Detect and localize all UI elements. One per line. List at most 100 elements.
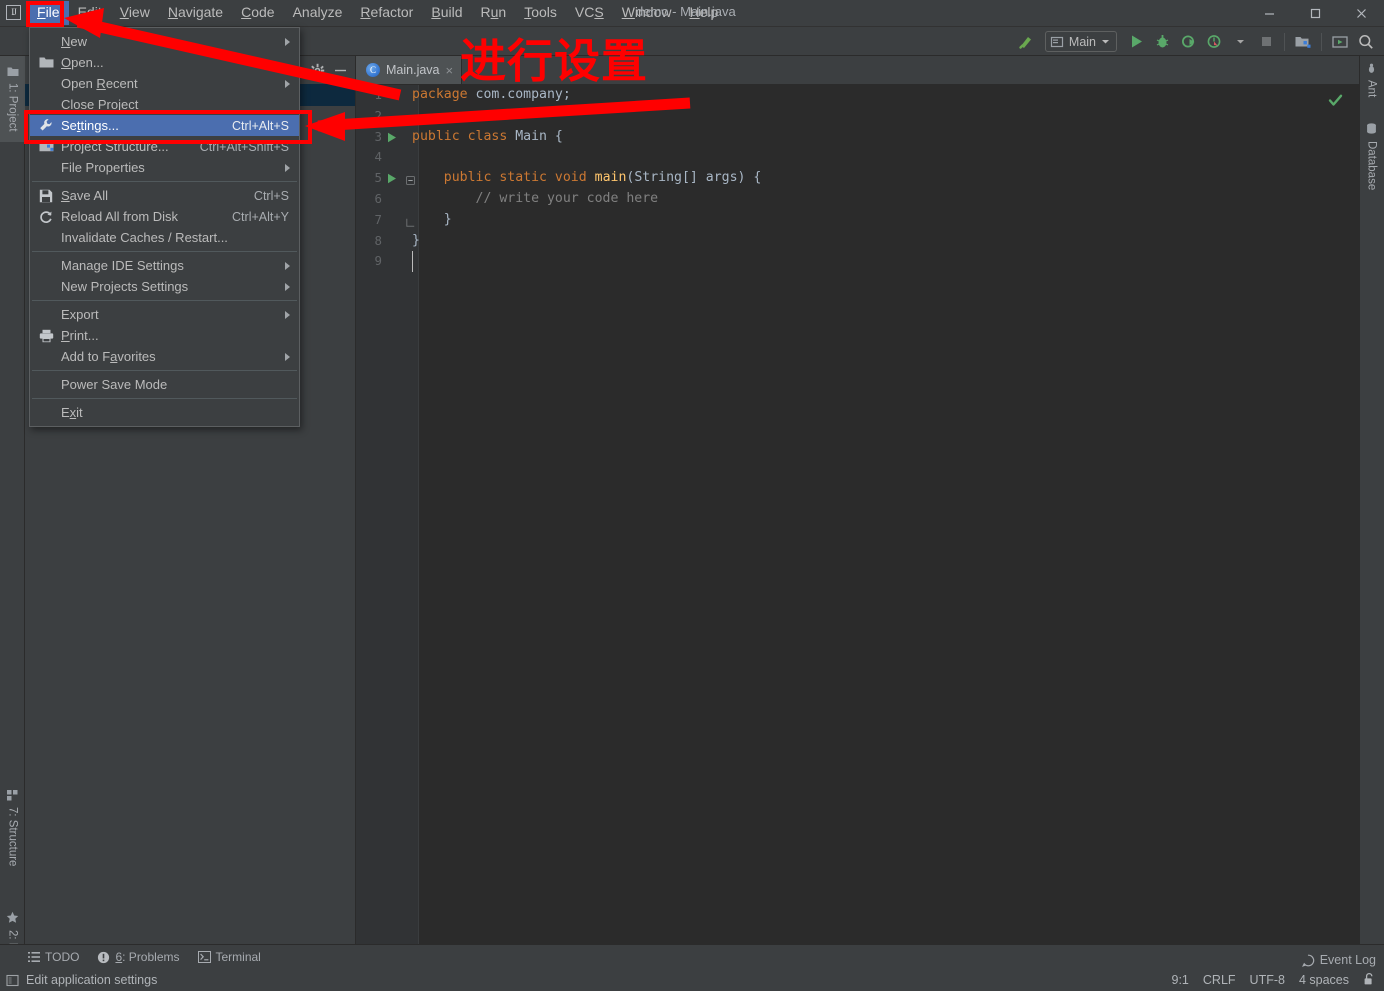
close-icon[interactable]: ×: [446, 64, 454, 77]
menu-separator: [32, 300, 297, 301]
sidebar-item-ant[interactable]: Ant: [1359, 56, 1384, 104]
event-log-button[interactable]: Event Log: [1301, 953, 1376, 967]
menu-build[interactable]: Build: [422, 1, 471, 25]
menu-item-project-structure-label: Project Structure...: [61, 139, 169, 154]
bottom-tool-stripe: TODO 6: Problems Terminal: [0, 944, 1384, 969]
code-line: 2: [356, 106, 1359, 127]
bottom-item-problems[interactable]: 6: Problems: [97, 950, 180, 964]
menu-analyze[interactable]: Analyze: [284, 1, 352, 25]
menu-code[interactable]: Code: [232, 1, 283, 25]
left-tool-window-stripe: 1: Project 7: Structure 2: Favorites: [0, 56, 25, 991]
right-tool-window-stripe: Ant Database: [1359, 56, 1384, 944]
menu-item-invalidate-caches[interactable]: Invalidate Caches / Restart...: [30, 227, 299, 248]
menu-item-exit[interactable]: Exit: [30, 402, 299, 423]
menu-run[interactable]: Run: [471, 1, 515, 25]
menu-file[interactable]: File: [28, 1, 69, 25]
menu-item-file-properties[interactable]: File Properties: [30, 157, 299, 178]
indent-setting[interactable]: 4 spaces: [1299, 973, 1349, 987]
menu-item-add-to-favorites[interactable]: Add to Favorites: [30, 346, 299, 367]
tab-main-java[interactable]: Main.java ×: [356, 56, 463, 84]
structure-icon: [7, 789, 18, 803]
refresh-icon: [38, 209, 54, 225]
toolbar-divider: [1284, 32, 1285, 51]
maximize-icon[interactable]: [1292, 0, 1338, 27]
menu-item-open-recent[interactable]: Open Recent: [30, 73, 299, 94]
code-editor[interactable]: 1 package com.company; 2 3 public class …: [356, 85, 1359, 944]
submenu-arrow-icon: [285, 282, 290, 291]
line-separator[interactable]: CRLF: [1203, 973, 1236, 987]
code-line: 3 public class Main {: [356, 127, 1359, 148]
chevron-down-icon[interactable]: [1228, 30, 1252, 54]
file-encoding[interactable]: UTF-8: [1250, 973, 1285, 987]
menu-item-open-recent-label: Open Recent: [61, 76, 138, 91]
menu-item-print[interactable]: Print...: [30, 325, 299, 346]
sidebar-item-ant-label: Ant: [1365, 79, 1378, 98]
build-hammer-icon[interactable]: [1014, 30, 1038, 54]
menu-item-manage-ide-settings-label: Manage IDE Settings: [61, 258, 184, 273]
sidebar-item-project[interactable]: 1: Project: [0, 56, 25, 142]
menu-item-new-projects-settings[interactable]: New Projects Settings: [30, 276, 299, 297]
menu-item-open[interactable]: Open...: [30, 52, 299, 73]
line-number: 4: [374, 149, 382, 165]
menu-item-print-label: Print...: [61, 328, 99, 343]
menu-item-new[interactable]: New: [30, 31, 299, 52]
editor-area: Main.java × 1 package com.company; 2 3: [356, 56, 1359, 944]
debug-icon[interactable]: [1150, 30, 1174, 54]
save-icon: [38, 188, 54, 204]
code-line: 8 }: [356, 231, 1359, 252]
unlocked-icon[interactable]: [1363, 972, 1376, 989]
menu-item-export-label: Export: [61, 307, 99, 322]
line-number: 5: [374, 170, 382, 186]
menu-item-save-all[interactable]: Save All Ctrl+S: [30, 185, 299, 206]
menu-item-reload-all-from-disk[interactable]: Reload All from Disk Ctrl+Alt+Y: [30, 206, 299, 227]
menu-vcs[interactable]: VCS: [566, 1, 613, 25]
sidebar-item-structure[interactable]: 7: Structure: [0, 776, 25, 880]
sidebar-item-database[interactable]: Database: [1359, 116, 1384, 198]
menu-item-power-save-mode[interactable]: Power Save Mode: [30, 374, 299, 395]
select-in-icon[interactable]: [1328, 30, 1352, 54]
minimize-icon[interactable]: [1246, 0, 1292, 27]
submenu-arrow-icon: [285, 352, 290, 361]
menu-edit[interactable]: Edit: [69, 1, 111, 25]
intellij-logo-icon: IJ: [4, 3, 24, 23]
caret-position[interactable]: 9:1: [1172, 973, 1189, 987]
menu-item-settings[interactable]: Settings... Ctrl+Alt+S: [30, 115, 299, 136]
menu-refactor[interactable]: Refactor: [351, 1, 422, 25]
line-number: 9: [374, 253, 382, 269]
search-icon[interactable]: [1354, 30, 1378, 54]
menu-item-manage-ide-settings[interactable]: Manage IDE Settings: [30, 255, 299, 276]
code-lines: 1 package com.company; 2 3 public class …: [356, 85, 1359, 944]
menu-item-settings-shortcut: Ctrl+Alt+S: [232, 118, 289, 133]
bottom-item-terminal-label: Terminal: [215, 950, 261, 964]
inspection-status-icon[interactable]: [1328, 93, 1343, 113]
status-message-group: Edit application settings: [0, 973, 157, 987]
code-line: 1 package com.company;: [356, 85, 1359, 106]
close-icon[interactable]: [1338, 0, 1384, 27]
submenu-arrow-icon: [285, 310, 290, 319]
run-gutter-icon[interactable]: [387, 132, 397, 143]
run-configuration-selector[interactable]: Main: [1044, 31, 1117, 52]
run-with-coverage-icon[interactable]: [1176, 30, 1200, 54]
run-gutter-icon[interactable]: [387, 173, 397, 184]
profiler-icon[interactable]: [1202, 30, 1226, 54]
menu-item-export[interactable]: Export: [30, 304, 299, 325]
menu-item-file-properties-label: File Properties: [61, 160, 145, 175]
window-controls: [1246, 0, 1384, 27]
menu-view[interactable]: View: [111, 1, 159, 25]
menu-item-project-structure[interactable]: Project Structure... Ctrl+Alt+Shift+S: [30, 136, 299, 157]
bottom-item-todo[interactable]: TODO: [28, 950, 79, 964]
wrench-icon: [38, 118, 54, 134]
gear-icon[interactable]: [307, 60, 327, 80]
bottom-item-terminal[interactable]: Terminal: [197, 950, 261, 964]
menu-item-close-project[interactable]: Close Project: [30, 94, 299, 115]
terminal-icon: [197, 951, 211, 963]
menu-item-close-project-label: Close Project: [61, 97, 139, 112]
menu-navigate[interactable]: Navigate: [159, 1, 232, 25]
status-bar: Edit application settings 9:1 CRLF UTF-8…: [0, 969, 1384, 991]
hide-icon[interactable]: [330, 60, 350, 80]
menu-item-save-all-shortcut: Ctrl+S: [253, 188, 289, 203]
run-icon[interactable]: [1124, 30, 1148, 54]
printer-icon: [38, 328, 54, 344]
menu-tools[interactable]: Tools: [515, 1, 566, 25]
project-structure-icon[interactable]: [1291, 30, 1315, 54]
